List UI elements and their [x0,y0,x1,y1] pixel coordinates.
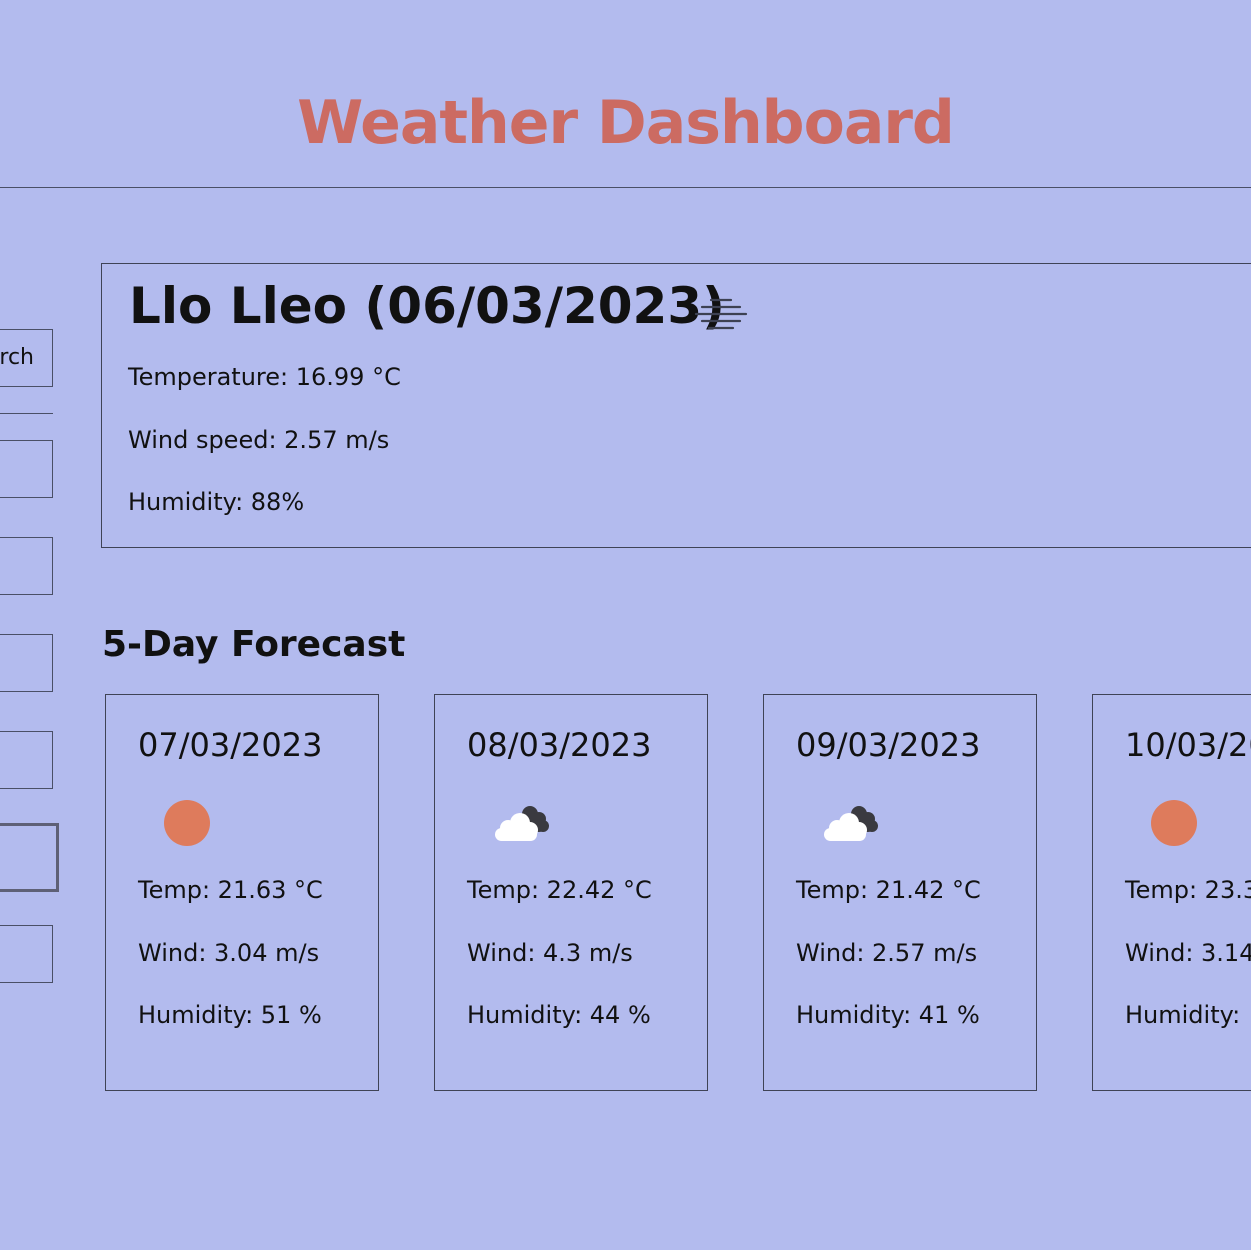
current-city-title: Llo Lleo (06/03/2023) [129,277,725,335]
weather-dashboard-page: Weather Dashboard Search Llo Lleo (06/03… [0,0,1251,1250]
forecast-wind: Wind: 3.14 [1125,939,1251,967]
history-city-button[interactable] [0,537,53,595]
current-weather-card: Llo Lleo (06/03/2023) Temperature: 16.99… [101,263,1251,548]
forecast-humidity: Humidity: 44 % [467,1001,651,1029]
forecast-date: 10/03/2023 [1125,726,1251,764]
page-header: Weather Dashboard [0,0,1251,188]
history-city-button[interactable] [0,634,53,692]
forecast-date: 07/03/2023 [138,726,323,764]
forecast-humidity: Humidity: 51 % [138,1001,322,1029]
fog-icon [694,298,748,330]
forecast-temp: Temp: 23.3 [1125,876,1251,904]
current-wind-speed: Wind speed: 2.57 m/s [128,426,390,454]
forecast-card: 07/03/2023 Temp: 21.63 °C Wind: 3.04 m/s… [105,694,379,1091]
forecast-wind: Wind: 4.3 m/s [467,939,633,967]
forecast-date: 08/03/2023 [467,726,652,764]
forecast-card: 08/03/2023 Temp: 22.42 °C Wind: 4.3 m/s … [434,694,708,1091]
history-city-button[interactable] [0,731,53,789]
forecast-temp: Temp: 22.42 °C [467,876,652,904]
forecast-temp: Temp: 21.63 °C [138,876,323,904]
forecast-temp: Temp: 21.42 °C [796,876,981,904]
forecast-wind: Wind: 2.57 m/s [796,939,978,967]
forecast-card: 10/03/2023 Temp: 23.3 Wind: 3.14 Humidit… [1092,694,1251,1091]
cloud-icon [495,806,549,841]
current-temperature: Temperature: 16.99 °C [128,363,401,391]
history-city-button[interactable] [0,823,59,892]
search-button[interactable]: Search [0,329,53,387]
cloud-icon [824,806,878,841]
forecast-humidity: Humidity: 41 % [796,1001,980,1029]
page-title: Weather Dashboard [297,88,955,158]
forecast-humidity: Humidity: [1125,1001,1241,1029]
sidebar-divider [0,413,53,414]
forecast-date: 09/03/2023 [796,726,981,764]
forecast-card: 09/03/2023 Temp: 21.42 °C Wind: 2.57 m/s… [763,694,1037,1091]
sun-icon [164,800,210,846]
history-city-button[interactable] [0,440,53,498]
history-city-button[interactable] [0,925,53,983]
forecast-heading: 5-Day Forecast [102,624,406,665]
current-humidity: Humidity: 88% [128,488,305,516]
forecast-wind: Wind: 3.04 m/s [138,939,320,967]
sun-icon [1151,800,1197,846]
